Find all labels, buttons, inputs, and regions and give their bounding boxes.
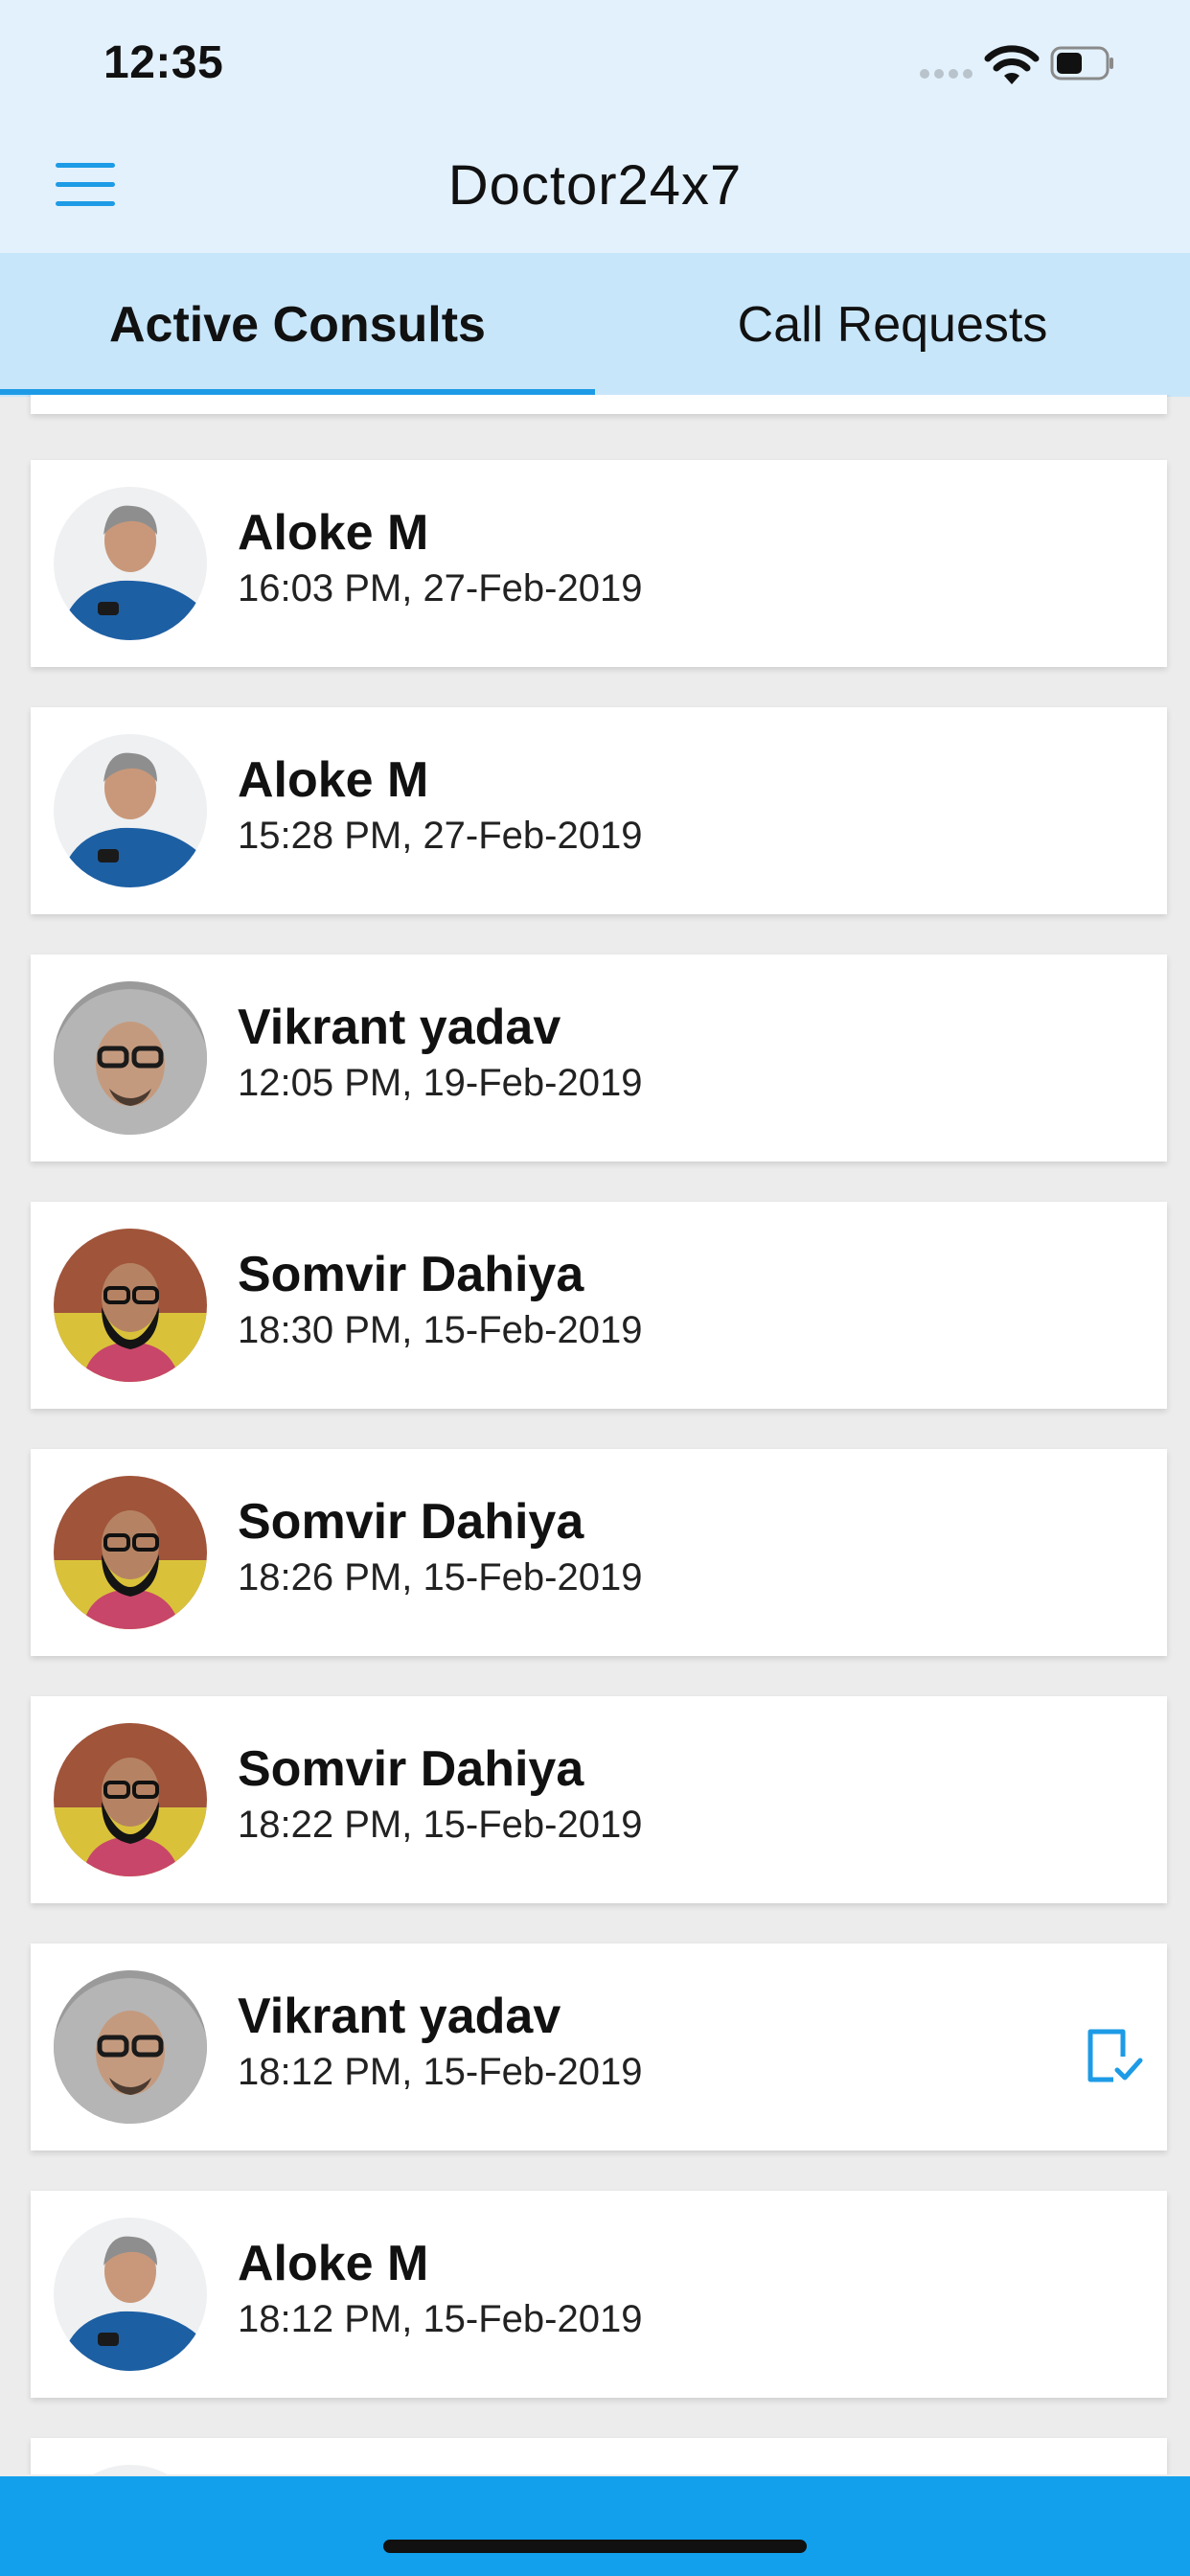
tab-call-requests[interactable]: Call Requests (595, 253, 1190, 397)
patient-name: Aloke M (238, 752, 429, 808)
avatar (54, 981, 207, 1135)
status-time: 12:35 (103, 37, 224, 88)
list-item[interactable] (31, 2438, 1167, 2474)
list-item[interactable] (31, 395, 1167, 414)
consult-timestamp: 16:03 PM, 27-Feb-2019 (238, 567, 643, 610)
list-item[interactable]: Aloke M 16:03 PM, 27-Feb-2019 (31, 460, 1167, 667)
list-item[interactable]: Vikrant yadav 12:05 PM, 19-Feb-2019 (31, 954, 1167, 1162)
page-title: Doctor24x7 (447, 154, 743, 217)
consult-timestamp: 18:12 PM, 15-Feb-2019 (238, 2051, 643, 2093)
list-item[interactable]: Vikrant yadav 18:12 PM, 15-Feb-2019 (31, 1944, 1167, 2150)
patient-name: Aloke M (238, 2236, 429, 2291)
list-item[interactable]: Somvir Dahiya 18:26 PM, 15-Feb-2019 (31, 1449, 1167, 1656)
wifi-icon (984, 45, 1040, 84)
consult-list[interactable]: Aloke M 16:03 PM, 27-Feb-2019 Aloke M 15… (0, 395, 1190, 2474)
patient-name: Vikrant yadav (238, 1000, 561, 1055)
patient-name: Somvir Dahiya (238, 1741, 584, 1797)
home-indicator[interactable] (383, 2540, 807, 2553)
list-item[interactable]: Aloke M 18:12 PM, 15-Feb-2019 (31, 2191, 1167, 2398)
avatar (54, 2218, 207, 2371)
consult-timestamp: 18:30 PM, 15-Feb-2019 (238, 1309, 643, 1351)
patient-name: Aloke M (238, 505, 429, 561)
cellular-signal-icon (920, 69, 973, 79)
avatar (54, 1723, 207, 1876)
consult-timestamp: 18:26 PM, 15-Feb-2019 (238, 1556, 643, 1598)
patient-name: Vikrant yadav (238, 1989, 561, 2044)
consult-timestamp: 15:28 PM, 27-Feb-2019 (238, 815, 643, 857)
list-item[interactable]: Somvir Dahiya 18:22 PM, 15-Feb-2019 (31, 1696, 1167, 1903)
battery-icon (1050, 46, 1113, 80)
avatar (54, 487, 207, 640)
bottom-bar (0, 2476, 1190, 2576)
avatar (54, 2465, 207, 2474)
avatar (54, 734, 207, 887)
patient-name: Somvir Dahiya (238, 1494, 584, 1550)
avatar (54, 1970, 207, 2124)
status-bar: 12:35 (0, 0, 1190, 134)
tab-bar: Active Consults Call Requests (0, 253, 1190, 397)
avatar (54, 1229, 207, 1382)
consult-timestamp: 18:22 PM, 15-Feb-2019 (238, 1804, 643, 1846)
document-check-icon[interactable] (1085, 2028, 1144, 2085)
consult-timestamp: 12:05 PM, 19-Feb-2019 (238, 1062, 643, 1104)
patient-name: Somvir Dahiya (238, 1247, 584, 1302)
consult-timestamp: 18:12 PM, 15-Feb-2019 (238, 2298, 643, 2340)
avatar (54, 1476, 207, 1629)
tab-active-consults[interactable]: Active Consults (0, 253, 595, 397)
list-item[interactable]: Somvir Dahiya 18:30 PM, 15-Feb-2019 (31, 1202, 1167, 1409)
list-item[interactable]: Aloke M 15:28 PM, 27-Feb-2019 (31, 707, 1167, 914)
